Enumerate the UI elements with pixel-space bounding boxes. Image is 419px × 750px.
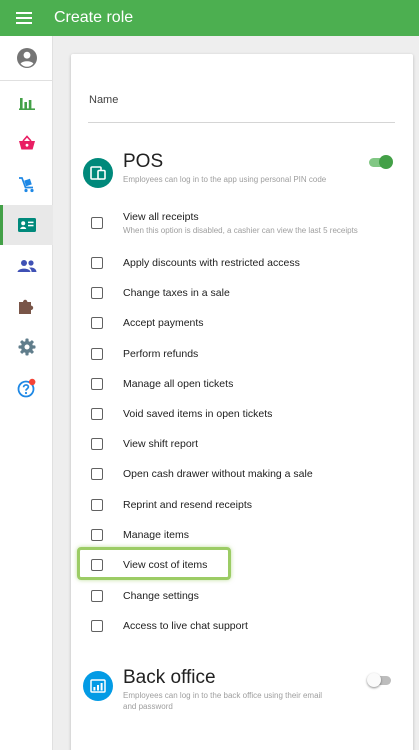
permission-label: View shift report — [123, 438, 199, 450]
permission-checkbox[interactable] — [91, 287, 103, 299]
permission-checkbox[interactable] — [91, 499, 103, 511]
sidebar-item-settings[interactable] — [0, 327, 53, 367]
permission-label: Perform refunds — [123, 348, 199, 360]
permission-row[interactable]: Perform refunds — [91, 340, 391, 368]
analytics-icon — [90, 679, 106, 693]
permission-row[interactable]: Open cash drawer without making a sale — [91, 460, 391, 488]
permission-row[interactable]: Apply discounts with restricted access — [91, 249, 391, 277]
sidebar-item-inventory[interactable] — [0, 164, 53, 204]
sidebar-divider — [0, 80, 53, 81]
sidebar-item-reports[interactable] — [0, 83, 53, 123]
permission-checkbox[interactable] — [91, 378, 103, 390]
permission-sublabel: When this option is disabled, a cashier … — [123, 226, 358, 235]
pos-section-title: POS — [123, 151, 164, 172]
permission-text: Accept payments — [123, 317, 204, 329]
permission-row[interactable]: Manage all open tickets — [91, 370, 391, 398]
permission-text: Change taxes in a sale — [123, 287, 230, 299]
pos-section-description: Employees can log in to the app using pe… — [123, 175, 327, 184]
permission-row[interactable]: Reprint and resend receipts — [91, 491, 391, 519]
permission-label: Open cash drawer without making a sale — [123, 468, 313, 480]
badge-icon — [17, 218, 36, 232]
name-field[interactable] — [88, 122, 395, 123]
permission-row[interactable]: Manage items — [91, 521, 391, 549]
permission-text: View all receipts When this option is dis… — [123, 211, 358, 235]
page-title: Create role — [54, 9, 134, 26]
name-field-label: Name — [89, 94, 119, 106]
permission-checkbox[interactable] — [91, 257, 103, 269]
permission-text: Void saved items in open tickets — [123, 408, 272, 420]
bar-chart-icon — [18, 98, 35, 110]
permission-row[interactable]: Change taxes in a sale — [91, 279, 391, 307]
hamburger-icon — [16, 12, 32, 24]
notification-dot — [28, 378, 35, 386]
pos-section-icon — [83, 158, 113, 188]
permission-text: View shift report — [123, 438, 198, 450]
gear-icon — [18, 338, 35, 356]
permission-row[interactable]: View shift report — [91, 430, 391, 458]
permission-row[interactable]: View all receipts When this option is dis… — [91, 204, 391, 242]
sidebar-item-account[interactable] — [0, 38, 53, 78]
permission-checkbox[interactable] — [91, 620, 103, 632]
permission-label: Accept payments — [123, 317, 204, 329]
permission-text: Apply discounts with restricted access — [123, 257, 300, 269]
people-icon — [17, 260, 36, 272]
permission-label: Apply discounts with restricted access — [123, 257, 300, 269]
menu-button[interactable] — [0, 0, 48, 36]
cart-icon — [18, 176, 34, 192]
puzzle-icon — [19, 299, 34, 314]
permission-checkbox[interactable] — [91, 408, 103, 420]
permission-text: Open cash drawer without making a sale — [123, 468, 313, 480]
sidebar — [0, 36, 53, 750]
sidebar-item-integrations[interactable] — [0, 286, 53, 326]
permission-label: Void saved items in open tickets — [123, 408, 273, 420]
back-office-section-description: Employees can log in to the back office … — [123, 691, 323, 711]
permission-row[interactable]: Void saved items in open tickets — [91, 400, 391, 428]
help-icon — [17, 378, 35, 398]
pos-toggle[interactable] — [367, 155, 393, 169]
permission-text: Perform refunds — [123, 348, 198, 360]
permission-row[interactable]: Access to live chat support — [91, 612, 391, 640]
permission-checkbox[interactable] — [91, 590, 103, 602]
permission-text: Manage items — [123, 529, 189, 541]
permission-row[interactable]: Change settings — [91, 582, 391, 610]
permission-text: Reprint and resend receipts — [123, 499, 252, 511]
account-circle-icon — [16, 48, 37, 68]
permission-checkbox[interactable] — [91, 529, 103, 541]
permission-checkbox[interactable] — [91, 317, 103, 329]
sidebar-item-sales[interactable] — [0, 123, 53, 163]
permission-text: Change settings — [123, 590, 199, 602]
permission-label: Access to live chat support — [123, 620, 248, 632]
permission-text: Manage all open tickets — [123, 378, 233, 390]
back-office-section-title: Back office — [123, 667, 216, 688]
permission-text: Access to live chat support — [123, 620, 248, 632]
back-office-section-icon — [83, 671, 113, 701]
permission-checkbox[interactable] — [91, 438, 103, 450]
sidebar-item-employees[interactable] — [0, 205, 53, 245]
permission-label: Manage items — [123, 529, 189, 541]
devices-icon — [90, 166, 106, 180]
permission-label: Manage all open tickets — [123, 378, 234, 390]
permission-label: View all receipts — [123, 211, 199, 223]
back-office-toggle[interactable] — [367, 673, 393, 687]
sidebar-item-customers[interactable] — [0, 246, 53, 286]
permission-label: Reprint and resend receipts — [123, 499, 252, 511]
highlight-frame — [77, 547, 231, 580]
role-form-card: Name POS Employees can log in to the app… — [71, 54, 413, 750]
permission-row[interactable]: Accept payments — [91, 309, 391, 337]
basket-icon — [18, 135, 35, 150]
permission-checkbox[interactable] — [91, 217, 103, 229]
permission-checkbox[interactable] — [91, 468, 103, 480]
sidebar-item-help[interactable] — [0, 368, 53, 408]
app-bar: Create role — [0, 0, 419, 36]
permission-label: Change settings — [123, 590, 199, 602]
permission-label: Change taxes in a sale — [123, 287, 230, 299]
permission-checkbox[interactable] — [91, 348, 103, 360]
